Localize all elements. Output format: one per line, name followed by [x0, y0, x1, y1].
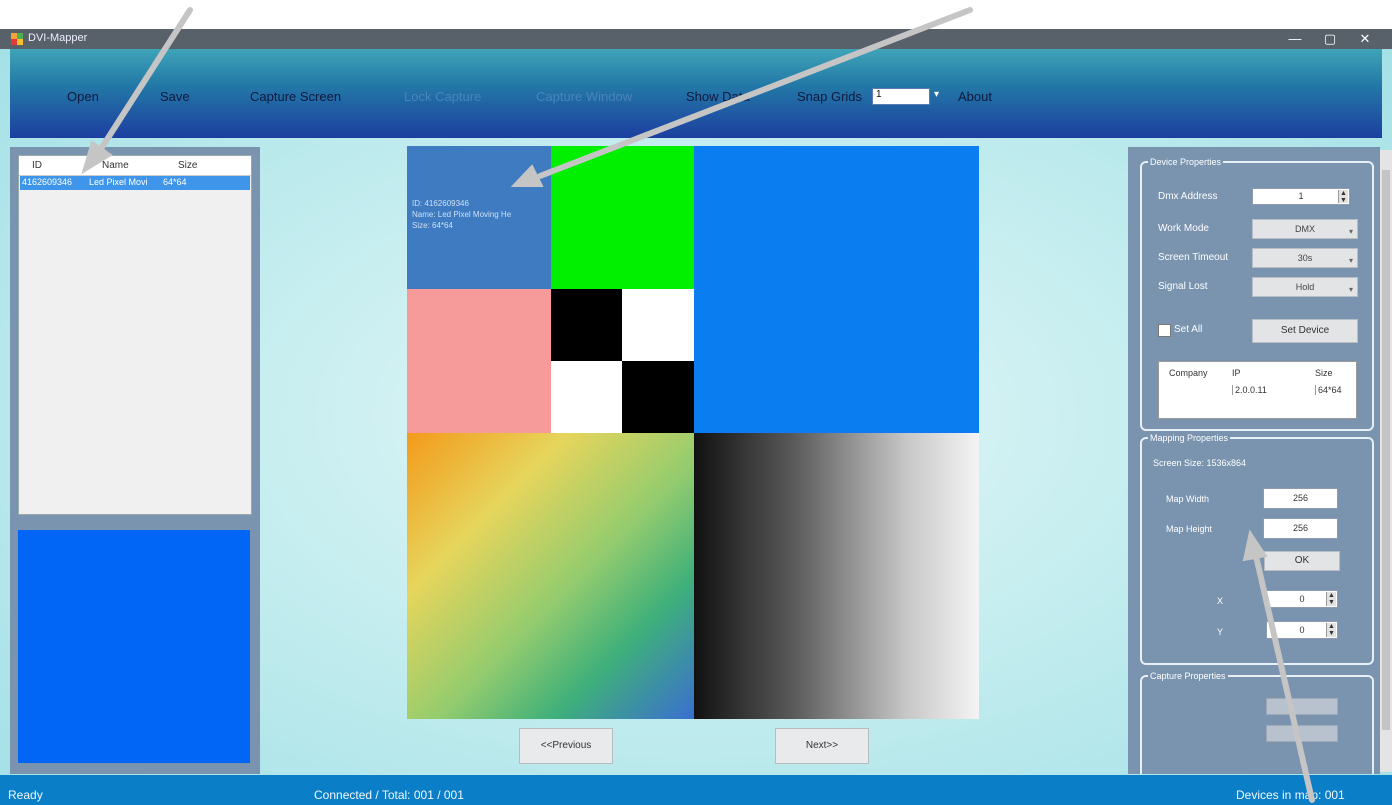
checker-white-2 — [551, 361, 622, 433]
dmx-address-spinner[interactable]: ▲ ▼ — [1338, 190, 1348, 204]
gray-gradient-tile — [694, 433, 979, 719]
map-width-input[interactable]: 256 — [1263, 488, 1338, 509]
capture-x-input[interactable] — [1266, 698, 1338, 715]
device-info-name: Name: Led Pixel Moving He — [412, 210, 512, 219]
previous-button[interactable]: <<Previous — [519, 728, 613, 764]
device-properties-legend: Device Properties — [1150, 157, 1222, 167]
x-spinner[interactable]: ▲ ▼ — [1326, 592, 1336, 606]
menu-capture-window[interactable]: Capture Window — [536, 89, 632, 104]
mapping-properties-legend: Mapping Properties — [1150, 433, 1229, 443]
chevron-down-icon: ▾ — [1348, 227, 1353, 236]
mapping-canvas[interactable]: ID: 4162609346 Name: Led Pixel Moving He… — [407, 146, 979, 719]
status-ready: Ready — [8, 788, 43, 802]
menu-show-data[interactable]: Show Data — [686, 89, 750, 104]
app-logo-icon — [11, 33, 23, 45]
set-all-label: Set All — [1174, 324, 1203, 335]
scrollbar-thumb[interactable] — [1382, 170, 1390, 730]
menu-lock-capture[interactable]: Lock Capture — [404, 89, 481, 104]
map-width-label: Map Width — [1166, 494, 1210, 504]
device-list-panel: ID Name Size 4162609346 Led Pixel Movi 6… — [10, 147, 260, 774]
table-cell-size: 64*64 — [1315, 385, 1342, 395]
device-info-size: Size: 64*64 — [412, 221, 453, 230]
blue-tile — [694, 146, 979, 433]
set-device-button[interactable]: Set Device — [1252, 319, 1358, 343]
work-mode-value: DMX — [1295, 224, 1315, 234]
menu-snap-grids[interactable]: Snap Grids — [797, 89, 862, 104]
row-name: Led Pixel Movi — [89, 177, 148, 187]
snap-grids-value: 1 — [876, 89, 882, 100]
checker-black-1 — [551, 289, 622, 361]
table-cell-ip: 2.0.0.11 — [1232, 385, 1267, 395]
screen-timeout-select[interactable]: 30s ▾ — [1252, 248, 1358, 268]
column-name[interactable]: Name — [102, 160, 129, 171]
menu-open[interactable]: Open — [67, 89, 99, 104]
dmx-address-label: Dmx Address — [1158, 191, 1218, 202]
title-bar: DVI-Mapper — ▢ ✕ — [0, 29, 1392, 49]
chevron-down-icon: ▾ — [933, 89, 939, 100]
status-devices: Devices in map: 001 — [1236, 788, 1345, 802]
green-tile — [551, 146, 694, 289]
dmx-address-value: 1 — [1298, 191, 1304, 201]
signal-lost-select[interactable]: Hold ▾ — [1252, 277, 1358, 297]
column-size[interactable]: Size — [178, 160, 197, 171]
device-list-header: ID Name Size — [19, 156, 251, 176]
capture-y-input[interactable] — [1266, 725, 1338, 742]
row-size: 64*64 — [163, 177, 187, 187]
color-gradient-tile — [407, 433, 694, 719]
menu-capture-screen[interactable]: Capture Screen — [250, 89, 341, 104]
table-col-company: Company — [1169, 368, 1208, 378]
row-id: 4162609346 — [22, 177, 73, 187]
capture-properties-group: Capture Properties — [1140, 671, 1374, 774]
device-list[interactable]: ID Name Size 4162609346 Led Pixel Movi 6… — [18, 155, 252, 515]
table-col-size: Size — [1315, 368, 1333, 378]
device-block[interactable]: ID: 4162609346 Name: Led Pixel Moving He… — [407, 146, 551, 289]
status-bar: Ready Connected / Total: 001 / 001 Devic… — [0, 775, 1392, 805]
properties-scrollbar[interactable] — [1380, 150, 1392, 772]
chevron-down-icon: ▾ — [1348, 256, 1353, 265]
work-mode-select[interactable]: DMX ▾ — [1252, 219, 1358, 239]
capture-properties-legend: Capture Properties — [1150, 671, 1226, 681]
maximize-button[interactable]: ▢ — [1319, 30, 1341, 48]
chevron-down-icon: ▾ — [1348, 285, 1353, 294]
properties-panel: Device Properties Dmx Address 1 ▲ ▼ Work … — [1128, 147, 1380, 774]
screen-timeout-value: 30s — [1297, 253, 1313, 263]
window-title: DVI-Mapper — [28, 32, 88, 44]
dmx-address-input[interactable]: 1 ▲ ▼ — [1252, 188, 1350, 205]
close-button[interactable]: ✕ — [1354, 30, 1376, 48]
table-col-ip: IP — [1232, 368, 1241, 378]
y-spinner[interactable]: ▲ ▼ — [1326, 623, 1336, 637]
device-info-table[interactable]: Company IP Size 2.0.0.11 64*64 — [1158, 361, 1357, 419]
next-button[interactable]: Next>> — [775, 728, 869, 764]
ok-button[interactable]: OK — [1264, 551, 1340, 571]
signal-lost-value: Hold — [1295, 282, 1315, 292]
set-all-checkbox[interactable] — [1158, 324, 1171, 337]
map-height-input[interactable]: 256 — [1263, 518, 1338, 539]
snap-grids-select[interactable]: 1 ▾ — [872, 88, 939, 105]
signal-lost-label: Signal Lost — [1158, 281, 1208, 292]
menu-about[interactable]: About — [958, 89, 992, 104]
menu-bar: Open Save Capture Screen Lock Capture Ca… — [10, 49, 1382, 138]
checker-black-2 — [622, 361, 694, 433]
menu-save[interactable]: Save — [160, 89, 190, 104]
device-list-row[interactable]: 4162609346 Led Pixel Movi 64*64 — [20, 176, 250, 190]
x-label: X — [1217, 596, 1224, 606]
device-info: ID: 4162609346 Name: Led Pixel Moving He… — [412, 198, 511, 231]
device-preview — [18, 530, 250, 763]
y-label: Y — [1217, 627, 1224, 637]
work-mode-label: Work Mode — [1158, 223, 1209, 234]
column-id[interactable]: ID — [32, 160, 42, 171]
pink-tile — [407, 289, 551, 433]
screen-timeout-label: Screen Timeout — [1158, 252, 1229, 263]
x-value: 0 — [1299, 594, 1305, 604]
x-input[interactable]: 0 ▲ ▼ — [1266, 590, 1338, 608]
map-height-label: Map Height — [1166, 524, 1213, 534]
status-connected: Connected / Total: 001 / 001 — [314, 788, 464, 802]
screen-size-text: Screen Size: 1536x864 — [1153, 458, 1247, 468]
device-info-id: ID: 4162609346 — [412, 199, 469, 208]
minimize-button[interactable]: — — [1284, 30, 1306, 48]
y-input[interactable]: 0 ▲ ▼ — [1266, 621, 1338, 639]
y-value: 0 — [1299, 625, 1305, 635]
checker-white-1 — [622, 289, 694, 361]
